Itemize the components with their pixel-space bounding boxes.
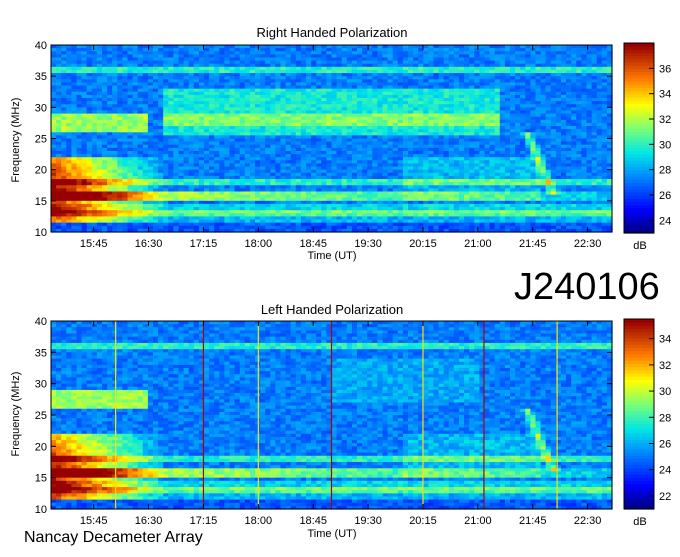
spectrogram-panel-right: 1015202530354015:45 16:30 17:15 18:00 18:45 1… [35, 40, 672, 250]
spectrogram-figure: 10 15 20 25 30 35 40 15:45 16:30 17:15 18:00 18:45 1… [0, 0, 680, 552]
intensity-cells [51, 45, 613, 233]
